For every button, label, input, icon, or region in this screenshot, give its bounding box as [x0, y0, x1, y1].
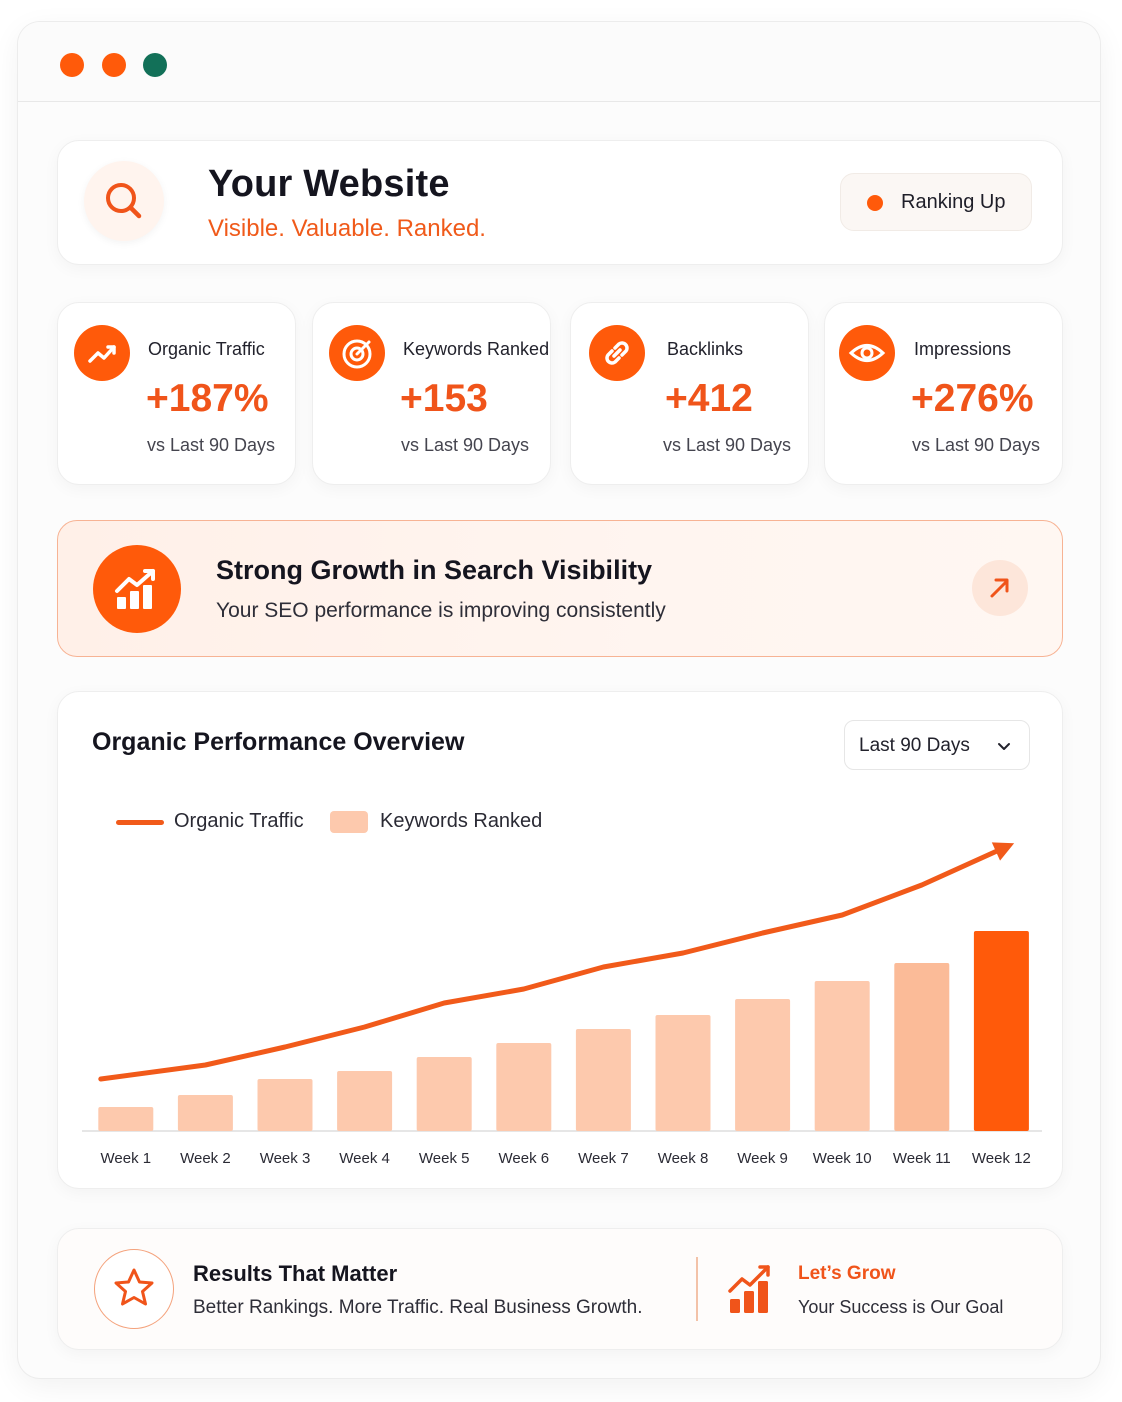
footer-subtitle: Better Rankings. More Traffic. Real Busi… [193, 1297, 643, 1318]
cta-title[interactable]: Let’s Grow [798, 1263, 895, 1285]
search-icon[interactable] [84, 161, 164, 241]
trend-up-icon [74, 325, 130, 381]
page-tagline: Visible. Valuable. Ranked. [208, 215, 486, 242]
bar-growth-icon [728, 1265, 770, 1313]
stat-value: +153 [400, 377, 488, 420]
stat-card-keywords-ranked[interactable]: Keywords Ranked +153 vs Last 90 Days [312, 302, 551, 485]
banner-subtitle: Your SEO performance is improving consis… [216, 599, 666, 622]
stat-comparison: vs Last 90 Days [147, 435, 276, 455]
x-tick-label: Week 5 [419, 1150, 470, 1167]
chart-bar [257, 1079, 313, 1131]
growth-chart-icon [93, 545, 181, 633]
results-footer-card: Results That Matter Better Rankings. Mor… [57, 1228, 1063, 1350]
chart-bar [973, 931, 1029, 1131]
x-tick-label: Week 1 [101, 1150, 152, 1167]
performance-chart-card: Organic Performance Overview Last 90 Day… [57, 691, 1063, 1189]
chart-bar [98, 1107, 154, 1131]
stat-label: Backlinks [667, 339, 744, 359]
chart-bar [496, 1043, 552, 1131]
chart-bar [177, 1095, 233, 1131]
chart-bar [814, 981, 870, 1131]
target-icon [329, 325, 385, 381]
page-title: Your Website [208, 163, 450, 205]
stat-value: +276% [911, 377, 1034, 420]
stat-label: Keywords Ranked [403, 339, 550, 359]
website-header-card: Your Website Visible. Valuable. Ranked. … [57, 140, 1063, 265]
link-icon [589, 325, 645, 381]
x-tick-label: Week 6 [499, 1150, 550, 1167]
cta-subtitle: Your Success is Our Goal [798, 1297, 1004, 1317]
stat-comparison: vs Last 90 Days [401, 435, 530, 455]
chart-bar [894, 963, 950, 1131]
status-badge-label: Ranking Up [901, 191, 1006, 213]
status-badge[interactable]: Ranking Up [840, 173, 1032, 231]
stat-card-backlinks[interactable]: Backlinks +412 vs Last 90 Days [570, 302, 809, 485]
x-tick-label: Week 7 [578, 1150, 629, 1167]
stat-value: +412 [665, 377, 753, 420]
chart-bar [337, 1071, 393, 1131]
x-tick-label: Week 9 [737, 1150, 788, 1167]
x-tick-label: Week 12 [972, 1150, 1031, 1167]
banner-title: Strong Growth in Search Visibility [216, 555, 653, 585]
stat-label: Organic Traffic [148, 339, 265, 359]
stat-comparison: vs Last 90 Days [663, 435, 792, 455]
eye-icon [839, 325, 895, 381]
stat-label: Impressions [914, 339, 1012, 359]
stat-card-organic-traffic[interactable]: Organic Traffic +187% vs Last 90 Days [57, 302, 296, 485]
x-tick-label: Week 3 [260, 1150, 311, 1167]
maximize-window-button[interactable] [143, 53, 167, 77]
close-window-button[interactable] [60, 53, 84, 77]
title-bar [18, 22, 1100, 102]
x-tick-label: Week 8 [658, 1150, 709, 1167]
divider [696, 1257, 698, 1321]
chart-plot-area: Week 1 Week 2 Week 3 Week 4 Week 5 Week 6 Week… [82, 842, 1042, 1167]
chart-bar [416, 1057, 472, 1131]
chart-bar [575, 1029, 631, 1131]
stat-card-impressions[interactable]: Impressions +276% vs Last 90 Days [824, 302, 1063, 485]
chart-bar [735, 999, 791, 1131]
growth-banner[interactable]: Strong Growth in Search Visibility Your … [57, 520, 1063, 657]
stat-value: +187% [146, 377, 269, 420]
chart-bar [655, 1015, 711, 1131]
stat-comparison: vs Last 90 Days [912, 435, 1041, 455]
status-dot-icon [867, 195, 883, 211]
x-tick-label: Week 4 [339, 1150, 390, 1167]
x-tick-label: Week 11 [893, 1150, 951, 1167]
minimize-window-button[interactable] [102, 53, 126, 77]
x-tick-label: Week 10 [813, 1150, 872, 1167]
x-tick-label: Week 2 [180, 1150, 231, 1167]
star-icon [94, 1249, 174, 1329]
footer-title: Results That Matter [193, 1261, 398, 1286]
arrow-up-right-icon[interactable] [972, 560, 1028, 616]
